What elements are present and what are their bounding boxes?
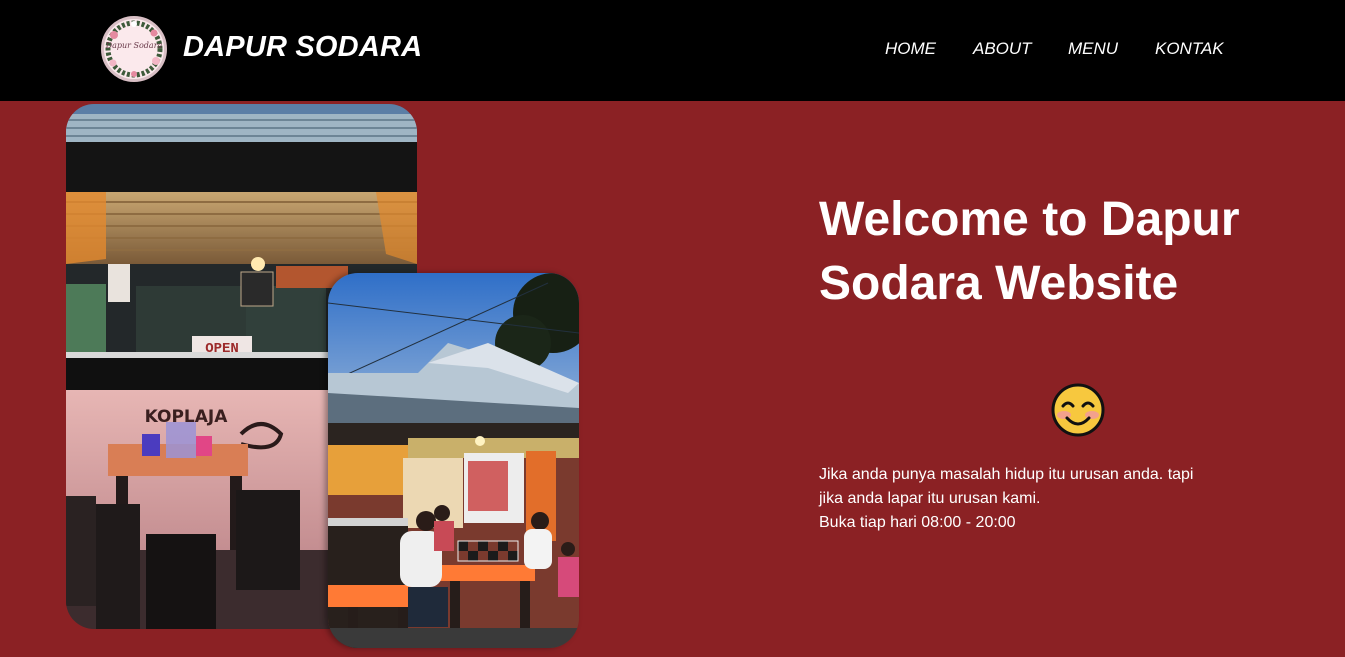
nav-menu[interactable]: MENU <box>1068 39 1118 59</box>
hero-description: Jika anda punya masalah hidup itu urusan… <box>819 466 1194 507</box>
nav-about[interactable]: ABOUT <box>973 39 1032 59</box>
smiling-face-icon <box>1051 383 1105 437</box>
navbar: Dapur Sodara DAPUR SODARA HOME ABOUT MEN… <box>0 0 1345 101</box>
logo-text: Dapur Sodara <box>105 41 163 50</box>
nav-kontak[interactable]: KONTAK <box>1155 39 1224 59</box>
nav-home[interactable]: HOME <box>885 39 936 59</box>
brand-name[interactable]: DAPUR SODARA <box>183 30 422 65</box>
hero-title: Welcome to Dapur Sodara Website <box>819 193 1240 310</box>
logo[interactable]: Dapur Sodara <box>101 16 167 82</box>
restaurant-exterior-photo <box>328 273 579 648</box>
opening-hours: Buka tiap hari 08:00 - 20:00 <box>819 514 1016 531</box>
